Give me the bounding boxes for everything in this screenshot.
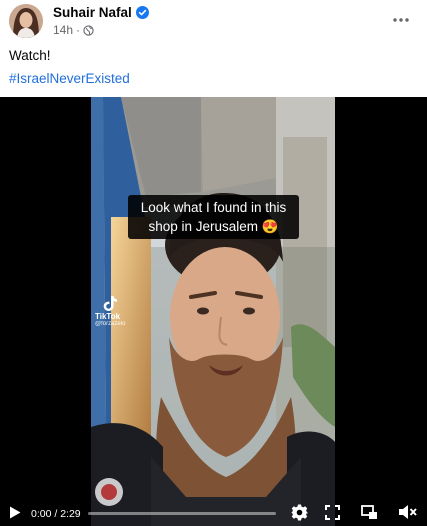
picture-in-picture-icon: [360, 504, 377, 519]
post-header: Suhair Nafal 14h ·: [0, 0, 427, 40]
tiktok-logo-icon: [103, 296, 117, 311]
post-time[interactable]: 14h: [53, 23, 73, 37]
author-name[interactable]: Suhair Nafal: [53, 5, 149, 20]
post-text: Watch!: [9, 48, 51, 63]
video-caption: Look what I found in this shop in Jerusa…: [128, 195, 299, 239]
gear-icon: [291, 504, 307, 520]
tiktok-handle: @forzazelo: [95, 321, 126, 327]
tiktok-watermark: TikTok @forzazelo: [95, 295, 125, 327]
meta-separator: ·: [76, 23, 81, 37]
play-icon: [10, 506, 21, 518]
more-options-button[interactable]: [389, 8, 413, 32]
globe-icon[interactable]: [83, 24, 94, 36]
fullscreen-icon: [324, 504, 340, 520]
video-player[interactable]: Look what I found in this shop in Jerusa…: [0, 97, 427, 526]
tiktok-brand: TikTok: [95, 312, 121, 321]
progress-bar[interactable]: [88, 512, 276, 515]
play-button[interactable]: [6, 503, 24, 521]
pip-button[interactable]: [359, 502, 379, 522]
hashtag-link[interactable]: #IsraelNeverExisted: [9, 71, 130, 86]
muted-volume-icon: [398, 505, 417, 519]
more-dots-icon: [393, 18, 409, 22]
time-display: 0:00 / 2:29: [31, 508, 81, 520]
volume-button[interactable]: [396, 502, 418, 522]
author-label[interactable]: Suhair Nafal: [53, 5, 132, 20]
video-frame[interactable]: Look what I found in this shop in Jerusa…: [91, 97, 335, 526]
settings-button[interactable]: [289, 502, 309, 522]
avatar[interactable]: [9, 4, 43, 38]
fullscreen-button[interactable]: [322, 502, 342, 522]
post-meta: 14h ·: [53, 23, 94, 37]
verified-badge-icon: [135, 6, 149, 19]
